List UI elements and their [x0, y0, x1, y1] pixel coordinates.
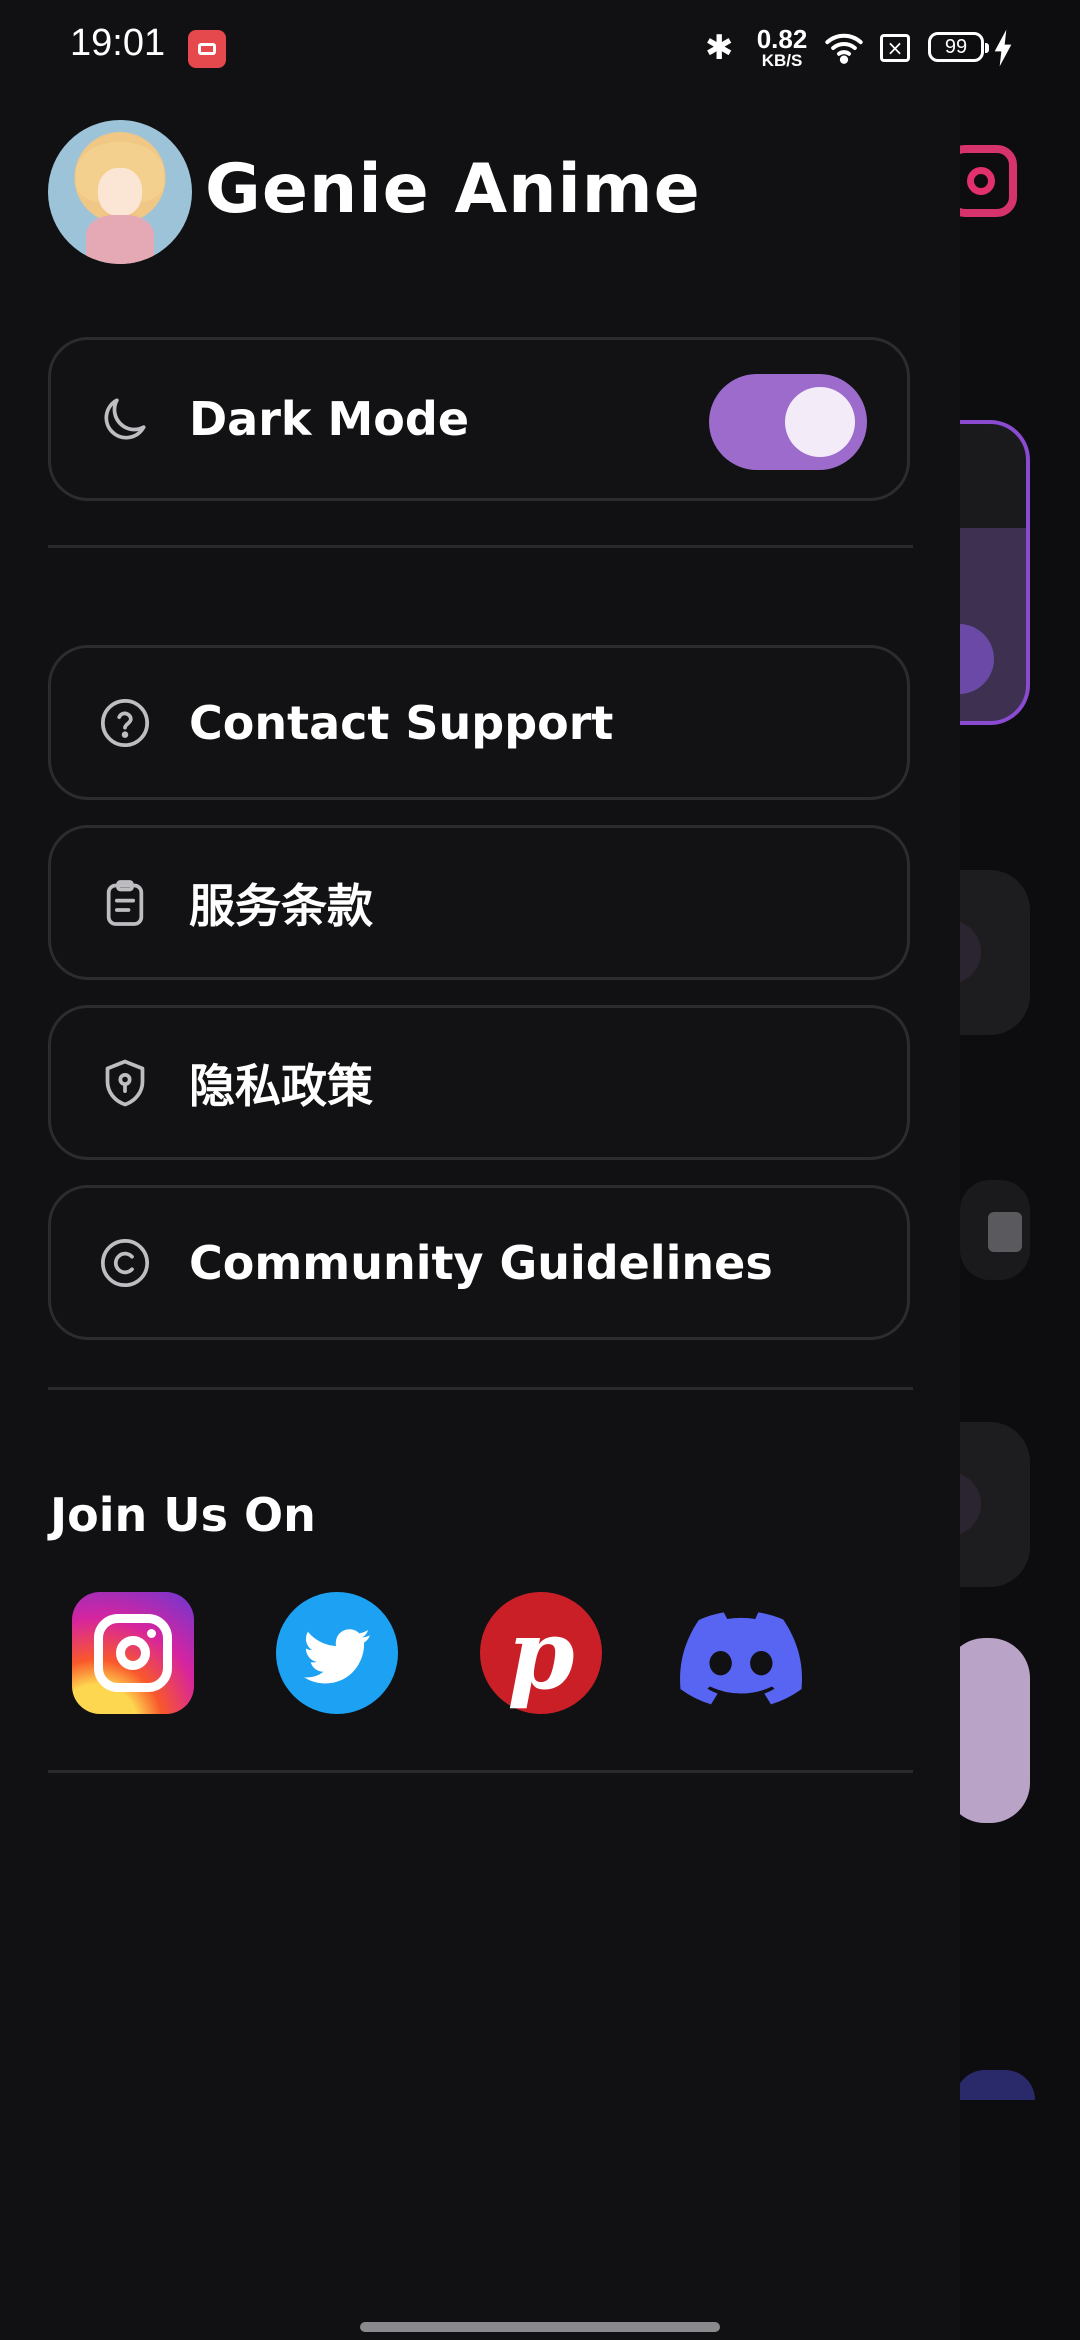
network-speed-value: 0.82 [756, 24, 808, 54]
menu-item-terms-of-service[interactable]: 服务条款 [48, 825, 910, 980]
bluetooth-icon: ✱ [705, 28, 734, 68]
toggle-knob [785, 387, 855, 457]
menu-item-community-guidelines[interactable]: Community Guidelines [48, 1185, 910, 1340]
background-page[interactable] [960, 0, 1080, 2340]
pinterest-icon: 𝒑 [507, 1598, 575, 1711]
dark-mode-toggle[interactable] [709, 374, 867, 470]
menu-item-privacy-policy[interactable]: 隐私政策 [48, 1005, 910, 1160]
menu-item-label: Community Guidelines [189, 1235, 773, 1290]
screen: Genie Anime Dark Mode Contact Support 服务… [0, 0, 1080, 2340]
twitter-icon [303, 1629, 370, 1684]
moon-icon [104, 398, 146, 440]
network-speed-unit: KB/S [761, 51, 803, 70]
instagram-button[interactable] [72, 1592, 194, 1714]
shield-icon [105, 1059, 145, 1106]
menu-item-label: 服务条款 [189, 878, 373, 933]
screen-record-icon [188, 30, 226, 68]
divider [48, 545, 913, 548]
clipboard-icon [106, 879, 144, 926]
pinterest-button[interactable]: 𝒑 [480, 1592, 602, 1714]
discord-button[interactable] [680, 1592, 803, 1714]
wifi-icon [825, 33, 863, 64]
dark-mode-label: Dark Mode [189, 392, 470, 446]
copyright-icon [100, 1238, 150, 1287]
navigation-drawer: Genie Anime Dark Mode Contact Support 服务… [0, 0, 960, 2340]
instagram-icon [94, 1614, 172, 1692]
menu-item-label: Contact Support [189, 695, 614, 750]
menu-item-contact-support[interactable]: Contact Support [48, 645, 910, 800]
charging-icon [994, 29, 1012, 67]
twitter-button[interactable] [276, 1592, 398, 1714]
background-card [960, 1180, 1030, 1280]
app-title: Genie Anime [205, 150, 701, 229]
divider [48, 1770, 913, 1773]
status-bar: 19:01 ✱ 0.82 KB/S × 99 [0, 0, 1080, 96]
join-us-title: Join Us On [50, 1488, 316, 1542]
divider [48, 1387, 913, 1390]
menu-item-label: 隐私政策 [189, 1058, 373, 1113]
discord-icon [680, 1612, 803, 1705]
battery-icon: 99 [928, 32, 989, 62]
home-indicator[interactable] [360, 2322, 720, 2332]
status-time: 19:01 [70, 22, 166, 64]
avatar [48, 120, 192, 264]
help-circle-icon [100, 698, 150, 747]
network-speed: 0.82 KB/S [755, 26, 809, 69]
dark-mode-row[interactable]: Dark Mode [48, 337, 910, 501]
no-sim-icon: × [880, 34, 910, 62]
